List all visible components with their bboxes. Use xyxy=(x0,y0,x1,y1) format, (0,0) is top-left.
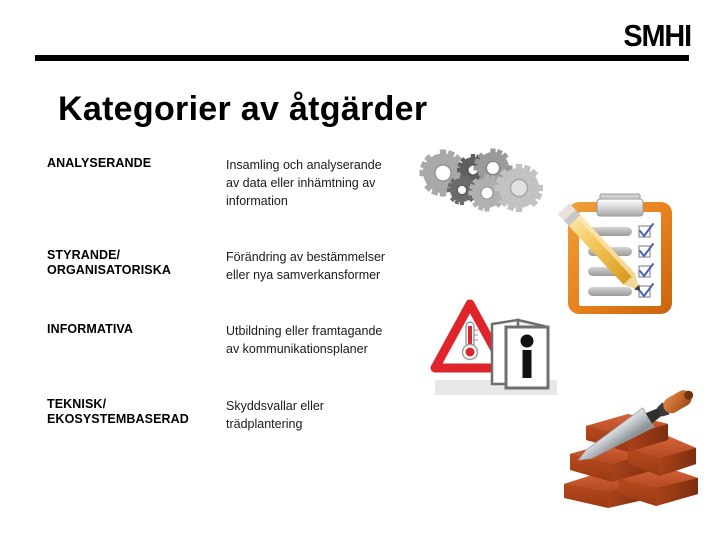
category-label-line2: ORGANISATORISKA xyxy=(47,263,171,277)
page-title: Kategorier av åtgärder xyxy=(58,90,428,128)
info-brochure xyxy=(490,318,550,390)
bricks-trowel-icon xyxy=(556,390,704,512)
header-divider xyxy=(35,55,689,61)
category-label: TEKNISK/ EKOSYSTEMBASERAD xyxy=(47,397,232,427)
category-description: Förändring av bestämmelser eller nya sam… xyxy=(226,250,386,282)
category-description: Skyddsvallar eller trädplantering xyxy=(226,399,324,431)
category-label: ANALYSERANDE xyxy=(47,156,232,171)
category-description: Utbildning eller framtagande av kommunik… xyxy=(226,324,383,356)
warning-info-icon xyxy=(430,296,570,402)
category-label-line2: EKOSYSTEMBASERAD xyxy=(47,412,189,426)
category-label: STYRANDE/ ORGANISATORISKA xyxy=(47,248,232,278)
category-label: INFORMATIVA xyxy=(47,322,232,337)
category-label-line1: ANALYSERANDE xyxy=(47,156,152,170)
gears-icon xyxy=(416,146,546,218)
smhi-logo: SMHI xyxy=(623,18,692,53)
category-label-line1: TEKNISK/ xyxy=(47,397,107,411)
category-label-line1: STYRANDE/ xyxy=(47,248,121,262)
category-description: Insamling och analyserande av data eller… xyxy=(226,158,382,208)
category-label-line1: INFORMATIVA xyxy=(47,322,134,336)
slide: SMHI Kategorier av åtgärder ANALYSERANDE… xyxy=(0,0,720,540)
clipboard-checklist-icon xyxy=(556,188,684,320)
